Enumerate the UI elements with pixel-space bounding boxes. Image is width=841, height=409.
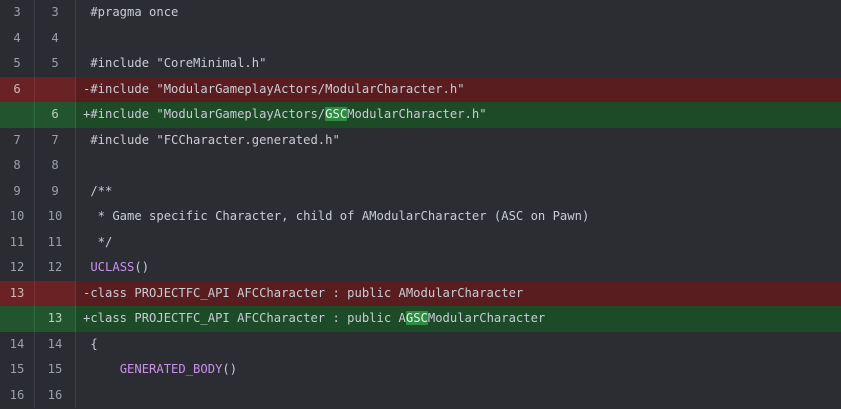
old-line-number[interactable]: 3 [0,0,35,26]
new-line-number[interactable]: 4 [35,25,76,51]
old-line-number[interactable]: 6 [0,76,35,102]
code-content: -#include "ModularGameplayActors/Modular… [76,77,841,103]
diff-highlight: GSC [405,311,428,325]
diff-line-context: 14 14 { [0,331,841,358]
diff-line-context: 88 [0,153,841,179]
code-token: { [83,336,98,351]
old-line-number[interactable]: 4 [0,25,35,51]
code-token: */ [83,234,113,249]
code-token: ModularCharacter [427,311,546,325]
old-line-number[interactable]: 12 [0,255,35,281]
new-line-number[interactable]: 10 [35,204,76,230]
old-line-number[interactable]: 13 [0,280,35,306]
code-content: /** [76,179,841,205]
diff-line-context: 10 10 * Game specific Character, child of… [0,204,841,230]
diff-highlight: GSC [325,107,348,121]
old-line-number[interactable]: 8 [0,153,35,179]
new-line-number[interactable]: 9 [35,178,76,204]
diff-line-context: 16 16 [0,382,841,409]
new-line-number[interactable]: 6 [35,102,76,128]
diff-line-context: 99 /** [0,178,841,205]
code-token: +class PROJECTFC_API AFCCharacter : publ… [83,311,406,325]
code-content: +class PROJECTFC_API AFCCharacter : publ… [76,306,841,332]
code-token: #include "FCCharacter.generated.h" [83,132,340,147]
code-content: #include "CoreMinimal.h" [76,51,841,77]
new-line-number[interactable]: 12 [35,255,76,281]
code-content: { [76,332,841,358]
diff-line-context: 44 [0,25,841,52]
code-content: * Game specific Character, child of AMod… [76,204,841,230]
code-token: +#include "ModularGameplayActors/ [83,107,326,121]
code-content: #include "FCCharacter.generated.h" [76,128,841,154]
diff-line-context: 33 #pragma once [0,0,841,26]
new-line-number[interactable]: 8 [35,153,76,179]
diff-line-context: 77 #include "FCCharacter.generated.h" [0,127,841,154]
code-content: GENERATED_BODY() [76,357,841,383]
code-token: -#include "ModularGameplayActors/Modular… [83,81,465,96]
new-line-number[interactable]: 13 [35,306,76,332]
code-token: #include "CoreMinimal.h" [83,56,267,70]
new-line-number[interactable] [35,76,76,102]
code-token: ModularCharacter.h" [347,107,487,121]
old-line-number[interactable] [0,306,35,332]
old-line-number[interactable]: 11 [0,229,35,255]
old-line-number[interactable]: 10 [0,204,35,230]
code-content: +#include "ModularGameplayActors/GSCModu… [76,102,841,128]
code-token: UCLASS [90,260,135,274]
code-token: () [134,260,150,274]
code-content: UCLASS() [76,255,841,281]
new-line-number[interactable]: 15 [35,357,76,383]
new-line-number[interactable]: 7 [35,127,76,153]
code-content [76,26,841,52]
code-token: * Game specific Character, child of AMod… [83,209,590,223]
old-line-number[interactable]: 16 [0,382,35,408]
diff-line-added: 13 +class PROJECTFC_API AFCCharacter : pu… [0,306,841,332]
code-token: /** [83,183,113,198]
diff-line-deleted: 13 -class PROJECTFC_API AFCCharacter : pu… [0,280,841,307]
code-content [76,383,841,409]
old-line-number[interactable] [0,102,35,128]
code-token: GENERATED_BODY [119,362,223,376]
new-line-number[interactable]: 11 [35,229,76,255]
new-line-number[interactable]: 5 [35,51,76,77]
old-line-number[interactable]: 9 [0,178,35,204]
diff-line-context: 15 15 GENERATED_BODY() [0,357,841,383]
code-content: -class PROJECTFC_API AFCCharacter : publ… [76,281,841,307]
code-token: #pragma once [83,5,179,19]
diff-line-context: 55 #include "CoreMinimal.h" [0,51,841,77]
new-line-number[interactable]: 3 [35,0,76,26]
new-line-number[interactable] [35,280,76,306]
old-line-number[interactable]: 14 [0,331,35,357]
diff-view: 33 #pragma once 4 4 5 5 #include "CoreMinima… [0,0,841,409]
diff-line-added: 6 +#include "ModularGameplayActors/GSCMod… [0,102,841,128]
diff-line-context: 11 11 */ [0,229,841,256]
code-token: -class PROJECTFC_API AFCCharacter : publ… [83,285,524,300]
diff-line-context: 12 12 UCLASS() [0,255,841,281]
diff-line-deleted: 6 -#include "ModularGameplayActors/Modula… [0,76,841,103]
old-line-number[interactable]: 5 [0,51,35,77]
new-line-number[interactable]: 16 [35,382,76,408]
old-line-number[interactable]: 15 [0,357,35,383]
code-content: #pragma once [76,0,841,26]
code-token: () [222,362,238,376]
code-content [76,153,841,179]
code-content: */ [76,230,841,256]
new-line-number[interactable]: 14 [35,331,76,357]
old-line-number[interactable]: 7 [0,127,35,153]
